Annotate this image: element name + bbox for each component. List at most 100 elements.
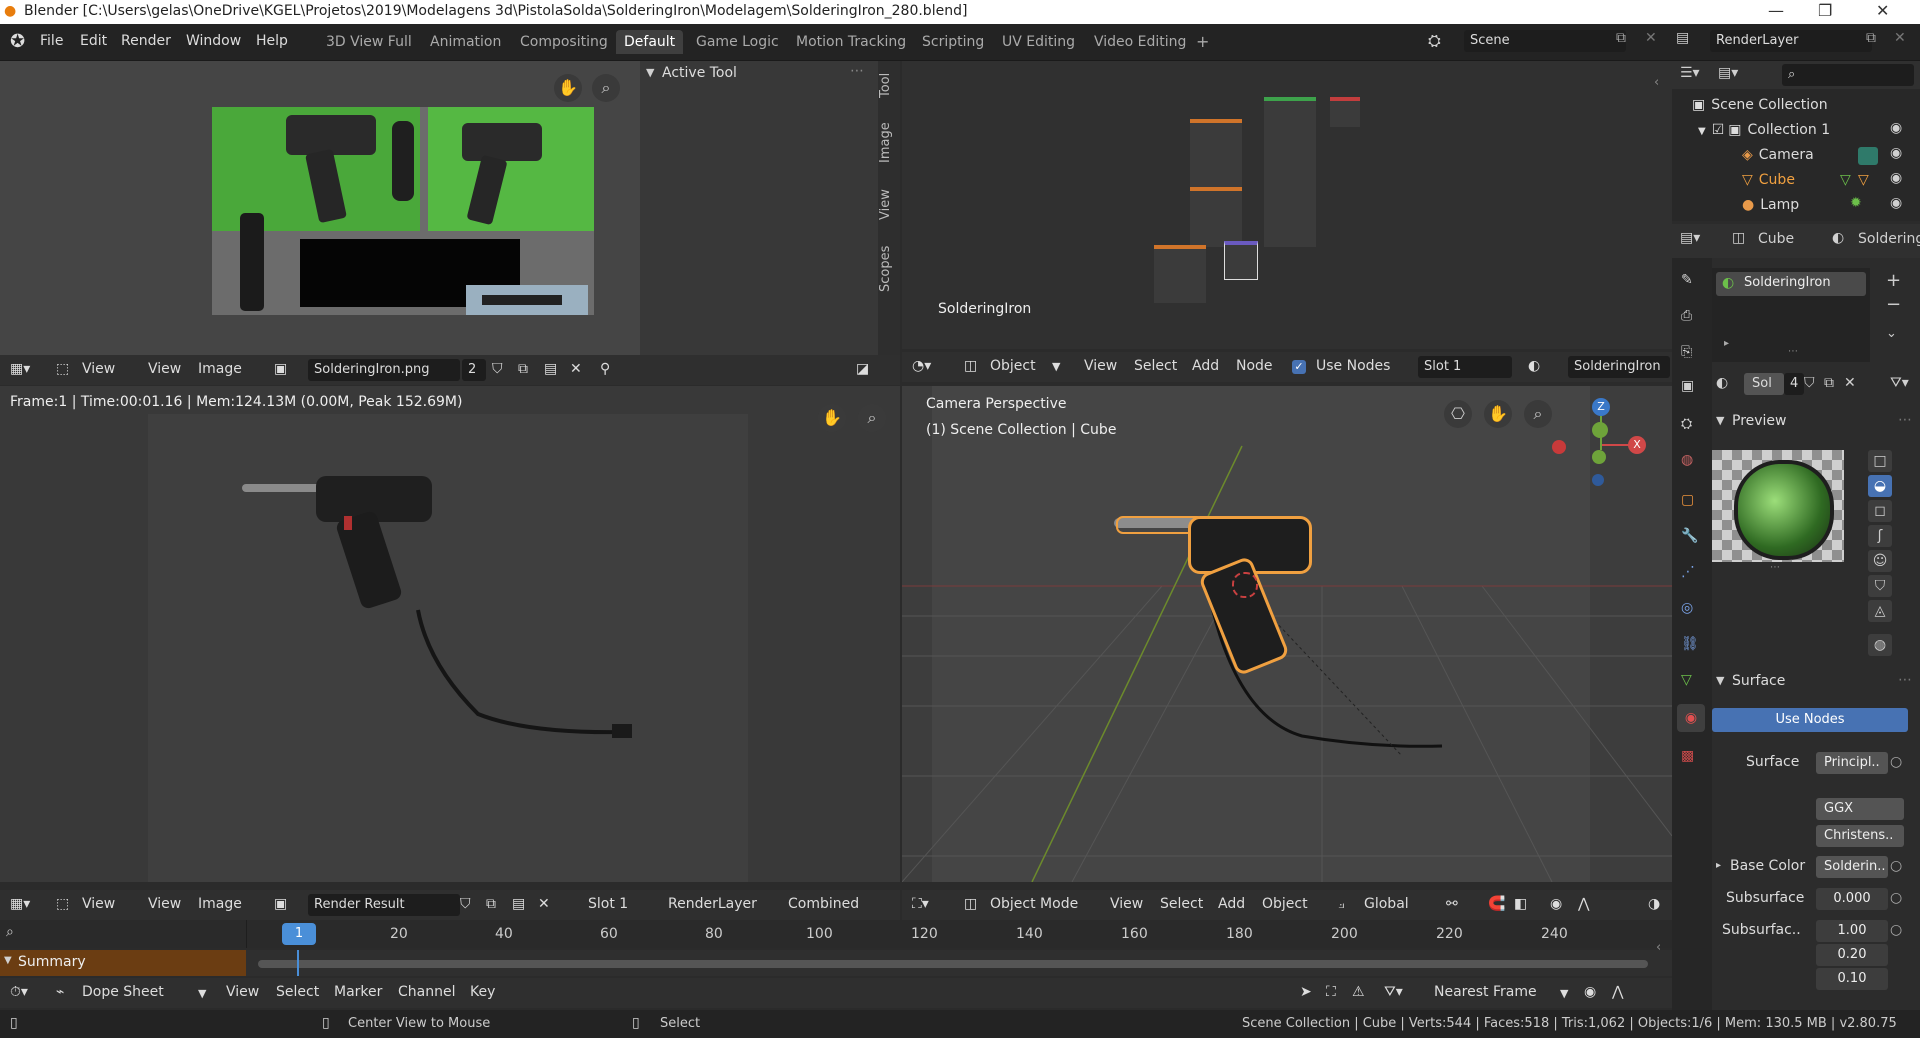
render-unlink-icon[interactable]: ✕ xyxy=(538,896,550,912)
close-icon[interactable]: ✕ xyxy=(1876,1,1889,20)
snap-target-icon[interactable]: ◧ xyxy=(1514,896,1527,912)
menu-help[interactable]: Help xyxy=(256,33,288,49)
preview-cloth-icon[interactable]: ⛉ xyxy=(1868,575,1892,597)
3d-viewport[interactable]: Camera Perspective (1) Scene Collection … xyxy=(902,386,1672,882)
outliner-cube[interactable]: ▽ Cube xyxy=(1742,168,1795,193)
mesh-data-icon[interactable]: ▽ xyxy=(1840,172,1851,188)
unlink-material-icon[interactable]: ✕ xyxy=(1844,375,1856,391)
menu-render[interactable]: Render xyxy=(121,33,171,49)
tab-tool[interactable]: Tool xyxy=(878,67,900,103)
preview-flat-icon[interactable]: □ xyxy=(1868,450,1892,472)
menu-view-2[interactable]: View xyxy=(148,361,181,377)
sidebar-toggle-icon[interactable]: ‹ xyxy=(1656,940,1661,955)
collapse-arrow-icon[interactable]: ▼ xyxy=(1716,414,1724,427)
material-users[interactable]: 4 xyxy=(1784,373,1804,395)
menu-node[interactable]: Node xyxy=(1236,358,1273,374)
editor-type-icon[interactable]: ▦▾ xyxy=(10,361,30,377)
summary-row[interactable]: ▼ Summary xyxy=(0,950,1672,976)
viewport-editor-type-icon[interactable]: ⛶▾ xyxy=(912,896,929,912)
tab-compositing[interactable]: Compositing xyxy=(512,30,616,54)
node-principled-bsdf[interactable] xyxy=(1264,97,1316,247)
render-editor-type-icon[interactable]: ▦▾ xyxy=(10,896,30,912)
menu-view[interactable]: View xyxy=(1084,358,1117,374)
add-workspace-icon[interactable]: + xyxy=(1196,32,1209,51)
viewport-menu-view[interactable]: View xyxy=(1110,896,1143,912)
render-image-browse-icon[interactable]: ▣ xyxy=(274,896,287,912)
viewport-menu-object[interactable]: Object xyxy=(1262,896,1308,912)
use-nodes-button[interactable]: Use Nodes xyxy=(1712,708,1908,732)
current-frame-indicator[interactable]: 1 xyxy=(282,923,316,945)
zoom-icon-2[interactable]: ⌕ xyxy=(858,404,886,432)
texture-tab-icon[interactable]: ▩ xyxy=(1681,748,1694,764)
menu-window[interactable]: Window xyxy=(186,33,241,49)
gizmo-x-axis[interactable]: X xyxy=(1628,436,1646,454)
sidebar-toggle-icon[interactable]: ‹ xyxy=(1654,75,1659,90)
expand-arrow-icon[interactable]: ▸ xyxy=(1716,860,1721,871)
timeline-scrollbar[interactable] xyxy=(258,960,1648,968)
preview-fluid-icon[interactable]: ◬ xyxy=(1868,600,1892,622)
image-browse-icon[interactable]: ▣ xyxy=(274,361,287,377)
collapse-arrow-icon[interactable]: ▼ xyxy=(4,955,12,966)
render-result-view[interactable]: Frame:1 | Time:00:01.16 | Mem:124.13M (0… xyxy=(0,386,900,882)
viewport-menu-select[interactable]: Select xyxy=(1160,896,1203,912)
subsurface-radius-y[interactable]: 0.20 xyxy=(1816,944,1888,966)
preview-resize-icon[interactable]: ⋯ xyxy=(1770,562,1780,573)
render-view-mode-icon[interactable]: ⬚ xyxy=(56,896,69,912)
object-mode-icon[interactable]: ◫ xyxy=(964,896,977,912)
drag-handle-icon[interactable]: ⋯ xyxy=(1898,672,1912,688)
new-scene-icon[interactable]: ⧉ xyxy=(1616,30,1626,46)
render-fake-user-icon[interactable]: ⛉ xyxy=(460,896,471,912)
menu-add[interactable]: Add xyxy=(1192,358,1219,374)
pivot-icon[interactable]: ⚯ xyxy=(1446,896,1458,912)
checkbox-icon[interactable]: ☑ xyxy=(1712,122,1725,138)
new-image-icon[interactable]: ⧉ xyxy=(518,361,528,377)
pan-hand-icon-2[interactable]: ✋ xyxy=(818,404,846,432)
visibility-eye-icon[interactable]: ◉ xyxy=(1890,145,1902,161)
pan-hand-icon[interactable]: ✋ xyxy=(554,74,582,102)
tab-game-logic[interactable]: Game Logic xyxy=(688,30,787,54)
browse-material-icon[interactable]: ◐ xyxy=(1716,375,1728,391)
preview-panel-header[interactable]: ▼ Preview ⋯ xyxy=(1712,410,1920,436)
camera-data-icon[interactable] xyxy=(1858,147,1878,165)
visibility-eye-icon[interactable]: ◉ xyxy=(1890,170,1902,186)
pin-icon[interactable]: ⚲ xyxy=(600,361,610,377)
filter-icon[interactable]: ⛛▾ xyxy=(1890,375,1909,391)
base-color-field[interactable]: Solderin.. xyxy=(1816,856,1888,878)
output-tab-icon[interactable]: ⎘ xyxy=(1681,344,1692,360)
camera-view-icon[interactable]: ⎔ xyxy=(1444,400,1472,428)
link-socket-icon[interactable]: ○ xyxy=(1890,858,1902,874)
menu-edit[interactable]: Edit xyxy=(80,33,107,49)
constraints-tab-icon[interactable]: ⛓ xyxy=(1681,636,1699,652)
display-mode-icon[interactable]: ▤▾ xyxy=(1718,65,1738,81)
menu-select[interactable]: Select xyxy=(1134,358,1177,374)
dopesheet-mode-icon[interactable]: ⌁ xyxy=(56,984,64,1000)
object-type-icon[interactable]: ◫ xyxy=(964,358,977,374)
drag-handle-icon[interactable]: ⋯ xyxy=(850,63,864,79)
properties-type-icon[interactable]: ▤▾ xyxy=(1680,230,1700,246)
list-resize-icon[interactable]: ⋯ xyxy=(1788,346,1798,357)
orientation-dropdown[interactable]: Global xyxy=(1364,896,1409,912)
material-icon[interactable]: ◐ xyxy=(1528,358,1540,374)
render-menu-image[interactable]: Image xyxy=(198,896,242,912)
scene-icon[interactable]: ⛭ xyxy=(1428,31,1441,51)
snap-mode-dropdown[interactable]: Nearest Frame xyxy=(1434,984,1537,1000)
preview-monkey-icon[interactable]: ☺ xyxy=(1868,550,1892,572)
maximize-icon[interactable]: ❐ xyxy=(1818,1,1832,20)
use-nodes-checkbox[interactable]: ✓ xyxy=(1292,360,1306,374)
slot-specials-icon[interactable]: ⌄ xyxy=(1886,326,1897,341)
viewport-zoom-icon[interactable]: ⌕ xyxy=(1524,400,1552,428)
material-slot-item[interactable]: ◐ SolderingIron xyxy=(1716,272,1866,296)
surface-shader-field[interactable]: Principl.. xyxy=(1816,752,1888,774)
material-field[interactable]: SolderingIron xyxy=(1568,356,1670,378)
physics-tab-icon[interactable]: ◎ xyxy=(1681,600,1693,616)
render-image-name-field[interactable]: Render Result xyxy=(308,894,460,916)
node-normal-map[interactable] xyxy=(1224,241,1258,280)
tab-uv-editing[interactable]: UV Editing xyxy=(994,30,1083,54)
subsurface-radius-x[interactable]: 1.00 xyxy=(1816,920,1888,942)
snap-icon[interactable]: 🧲 xyxy=(1488,896,1505,912)
view-mode-icon[interactable]: ⬚ xyxy=(56,361,69,377)
show-hidden-icon[interactable]: ⛶ xyxy=(1326,984,1336,1000)
viewport-menu-add[interactable]: Add xyxy=(1218,896,1245,912)
link-socket-icon[interactable]: ○ xyxy=(1890,922,1902,938)
menu-image[interactable]: Image xyxy=(198,361,242,377)
